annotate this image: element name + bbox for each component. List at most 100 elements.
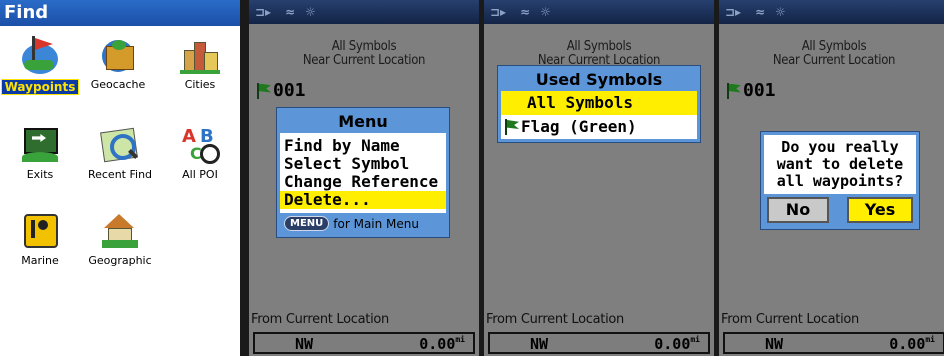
signal-icon: ≈: [755, 5, 766, 19]
find-item-geocache[interactable]: Geocache: [78, 30, 158, 94]
menu-title: Menu: [280, 111, 446, 133]
from-label: From Current Location: [721, 312, 859, 327]
distance-unit: mi: [455, 335, 465, 344]
geographic-icon: [100, 212, 140, 252]
distance-bar: NW 0.00mi: [253, 332, 475, 354]
waypoint-name: 001: [743, 80, 776, 101]
menu-key-icon: MENU: [284, 216, 330, 231]
battery-icon: ⊐▸: [490, 5, 507, 19]
backlight-icon: ☼: [540, 5, 551, 19]
all-poi-icon: A B C: [180, 126, 220, 166]
symbol-item-label: Flag (Green): [521, 117, 637, 136]
header-line2: Near Current Location: [302, 53, 426, 68]
waypoint-row[interactable]: 001: [255, 80, 306, 101]
direction-value: NW: [530, 335, 549, 353]
distance-readout: 0.00mi: [654, 335, 700, 353]
confirm-line: all waypoints?: [776, 172, 904, 190]
find-item-label: Cities: [184, 78, 216, 91]
yes-button[interactable]: Yes: [847, 197, 913, 223]
find-item-label: Geographic: [88, 254, 152, 267]
find-item-geographic[interactable]: Geographic: [80, 206, 160, 270]
status-bar: ⊐▸ ≈ ☼: [484, 0, 714, 24]
screen-header: All Symbols Near Current Location: [719, 24, 944, 68]
confirm-delete-screen: ⊐▸ ≈ ☼ All Symbols Near Current Location…: [719, 0, 944, 356]
green-flag-icon: [255, 82, 273, 99]
status-bar: ⊐▸ ≈ ☼: [719, 0, 944, 24]
location-footer: From Current Location NW 0.00mi: [719, 310, 944, 356]
find-item-exits[interactable]: Exits: [0, 120, 80, 184]
battery-icon: ⊐▸: [255, 5, 272, 19]
distance-value: 0.00: [654, 335, 691, 353]
header-line1: All Symbols: [566, 39, 632, 54]
distance-unit: mi: [925, 335, 935, 344]
confirm-line: Do you really: [781, 138, 899, 156]
status-bar: ⊐▸ ≈ ☼: [249, 0, 479, 24]
menu-dialog: Menu Find by Name Select Symbol Change R…: [277, 108, 449, 237]
green-flag-icon: [725, 82, 743, 99]
distance-readout: 0.00mi: [889, 335, 935, 353]
signal-icon: ≈: [285, 5, 296, 19]
direction-value: NW: [765, 335, 784, 353]
find-item-label: Geocache: [90, 78, 146, 91]
find-title: Find: [4, 2, 49, 23]
backlight-icon: ☼: [305, 5, 316, 19]
distance-value: 0.00: [889, 335, 926, 353]
header-line1: All Symbols: [331, 39, 397, 54]
direction-value: NW: [295, 335, 314, 353]
distance-readout: 0.00mi: [419, 335, 465, 353]
no-button[interactable]: No: [767, 197, 829, 223]
battery-icon: ⊐▸: [725, 5, 742, 19]
distance-bar: NW 0.00mi: [723, 332, 944, 354]
find-item-label: Exits: [26, 168, 54, 181]
backlight-icon: ☼: [775, 5, 786, 19]
find-item-marine[interactable]: Marine: [0, 206, 80, 270]
symbol-item-all-symbols[interactable]: All Symbols: [501, 91, 697, 115]
signal-icon: ≈: [520, 5, 531, 19]
screen-header: All Symbols Near Current Location: [484, 24, 714, 68]
menu-item-delete[interactable]: Delete...: [280, 191, 446, 209]
menu-item-change-reference[interactable]: Change Reference: [280, 173, 446, 191]
find-item-label: All POI: [182, 168, 218, 181]
menu-hint-text: for Main Menu: [333, 216, 420, 231]
waypoint-row[interactable]: 001: [725, 80, 776, 101]
find-item-label: Waypoints: [0, 79, 80, 95]
header-line2: Near Current Location: [772, 53, 896, 68]
exits-icon: [20, 126, 60, 166]
find-title-bar: Find: [0, 0, 240, 26]
distance-unit: mi: [690, 335, 700, 344]
find-panel: Find Waypoints Geocache Cities Exits Rec…: [0, 0, 240, 356]
used-symbols-title: Used Symbols: [501, 69, 697, 91]
marine-icon: [20, 212, 60, 252]
used-symbols-dialog: Used Symbols All Symbols Flag (Green): [498, 66, 700, 142]
geocache-icon: [98, 36, 138, 76]
from-label: From Current Location: [486, 312, 624, 327]
confirm-dialog: Do you really want to delete all waypoin…: [761, 132, 919, 229]
find-item-recent-find[interactable]: Recent Find: [80, 120, 160, 184]
distance-value: 0.00: [419, 335, 456, 353]
waypoints-icon: [20, 36, 60, 76]
waypoint-name: 001: [273, 80, 306, 101]
menu-item-find-by-name[interactable]: Find by Name: [280, 137, 446, 155]
recent-find-icon: [100, 126, 140, 166]
used-symbols-screen: ⊐▸ ≈ ☼ All Symbols Near Current Location…: [484, 0, 714, 356]
menu-item-select-symbol[interactable]: Select Symbol: [280, 155, 446, 173]
confirm-message: Do you really want to delete all waypoin…: [764, 135, 916, 194]
location-footer: From Current Location NW 0.00mi: [249, 310, 479, 356]
find-item-waypoints[interactable]: Waypoints: [0, 30, 80, 95]
distance-bar: NW 0.00mi: [488, 332, 710, 354]
confirm-button-row: No Yes: [764, 194, 916, 226]
find-item-label: Marine: [21, 254, 59, 267]
from-label: From Current Location: [251, 312, 389, 327]
find-item-cities[interactable]: Cities: [160, 30, 240, 94]
header-line1: All Symbols: [801, 39, 867, 54]
menu-hint: MENU for Main Menu: [280, 213, 446, 234]
symbol-item-flag-green[interactable]: Flag (Green): [501, 115, 697, 139]
find-item-all-poi[interactable]: A B C All POI: [160, 120, 240, 184]
confirm-line: want to delete: [776, 155, 904, 173]
waypoints-menu-screen: ⊐▸ ≈ ☼ All Symbols Near Current Location…: [249, 0, 479, 356]
find-item-label: Recent Find: [87, 168, 153, 181]
screen-header: All Symbols Near Current Location: [249, 24, 479, 68]
green-flag-icon: [503, 119, 521, 135]
location-footer: From Current Location NW 0.00mi: [484, 310, 714, 356]
cities-icon: [180, 36, 220, 76]
